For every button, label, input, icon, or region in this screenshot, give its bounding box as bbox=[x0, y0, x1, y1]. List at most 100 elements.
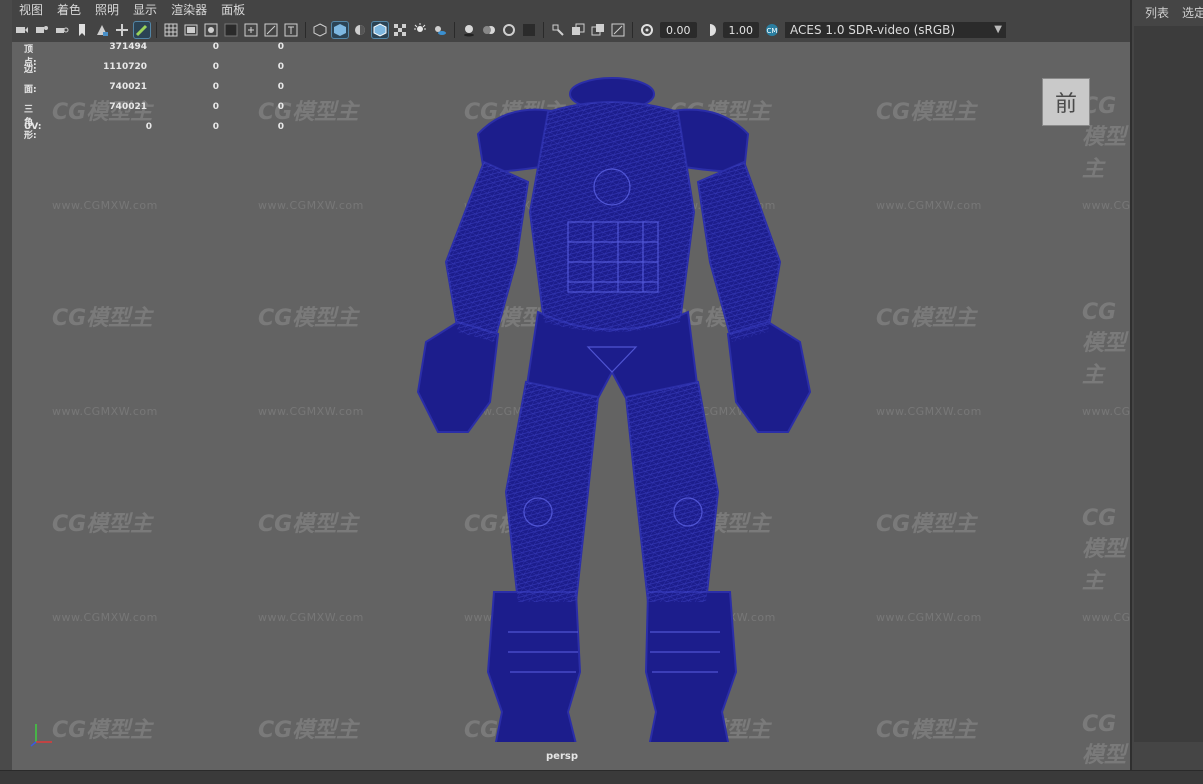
motion-blur-icon[interactable] bbox=[481, 22, 497, 38]
watermark-url: www.CGMXW.com bbox=[52, 405, 158, 418]
watermark-logo: CG模型主 bbox=[52, 718, 153, 743]
outliner-panel: 列表 选定 bbox=[1130, 0, 1203, 783]
screen-space-ao-icon[interactable] bbox=[461, 22, 477, 38]
exposure-icon[interactable] bbox=[639, 22, 655, 38]
toolbar-separator bbox=[632, 22, 633, 38]
watermark-url: www.CGMXW.com bbox=[52, 611, 158, 624]
watermark-logo: CG模型主 bbox=[1082, 506, 1127, 594]
watermark-url: www.CGMXW.com bbox=[876, 405, 982, 418]
watermark-url: www.CGMXW.com bbox=[1082, 199, 1130, 212]
menu-panels[interactable]: 面板 bbox=[221, 1, 245, 18]
camera-attributes-icon[interactable] bbox=[34, 22, 50, 38]
textured-icon[interactable] bbox=[392, 22, 408, 38]
isolate-select-icon[interactable] bbox=[550, 22, 566, 38]
panel-toolbar: 0.00 1.00 CM ACES 1.0 SDR-video (sRGB) ▼ bbox=[12, 18, 1130, 43]
toolbar-separator bbox=[156, 22, 157, 38]
watermark-logo: CG模型主 bbox=[876, 718, 977, 743]
hud-value: 0 bbox=[212, 42, 219, 52]
watermark-logo: CG模型主 bbox=[258, 512, 359, 537]
hud-value: 740021 bbox=[109, 102, 147, 112]
hud-value: 0 bbox=[212, 122, 219, 132]
hud-value: 1110720 bbox=[103, 62, 147, 72]
tab-list[interactable]: 列表 bbox=[1145, 4, 1169, 21]
hud-value: 0 bbox=[212, 62, 219, 72]
watermark-url: www.CGMXW.com bbox=[258, 405, 364, 418]
svg-text:CM: CM bbox=[767, 27, 778, 35]
watermark-logo: CG模型主 bbox=[876, 306, 977, 331]
hud-label: 边: bbox=[24, 65, 37, 75]
exposure-field[interactable]: 0.00 bbox=[660, 22, 697, 38]
toolbar-separator bbox=[305, 22, 306, 38]
watermark-url: www.CGMXW.com bbox=[52, 199, 158, 212]
hud-value: 0 bbox=[277, 102, 284, 112]
hud-label: 面: bbox=[24, 85, 37, 95]
gate-mask-icon[interactable] bbox=[223, 22, 239, 38]
color-management-icon[interactable]: CM bbox=[764, 22, 780, 38]
grease-pencil-icon[interactable] bbox=[133, 21, 151, 39]
default-material-icon[interactable] bbox=[352, 22, 368, 38]
watermark-url: www.CGMXW.com bbox=[1082, 405, 1130, 418]
hud-value: 0 bbox=[277, 62, 284, 72]
camera-lock-icon[interactable] bbox=[54, 22, 70, 38]
anti-aliasing-icon[interactable] bbox=[501, 22, 517, 38]
wireframe-icon[interactable] bbox=[312, 22, 328, 38]
depth-of-field-icon[interactable] bbox=[521, 22, 537, 38]
view-cube[interactable]: 前 bbox=[1042, 78, 1090, 126]
safe-title-icon[interactable] bbox=[283, 22, 299, 38]
time-slider-strip[interactable] bbox=[0, 770, 1203, 784]
resolution-gate-icon[interactable] bbox=[203, 22, 219, 38]
field-chart-icon[interactable] bbox=[243, 22, 259, 38]
hud-value: 740021 bbox=[109, 82, 147, 92]
2d-pan-zoom-icon[interactable] bbox=[114, 22, 130, 38]
toolbar-separator bbox=[454, 22, 455, 38]
shadows-icon[interactable] bbox=[432, 22, 448, 38]
toolbar-separator bbox=[543, 22, 544, 38]
armor-suit-wireframe-model[interactable] bbox=[398, 72, 818, 742]
camera-name-label: persp bbox=[546, 751, 578, 762]
color-space-dropdown[interactable]: ACES 1.0 SDR-video (sRGB) ▼ bbox=[785, 22, 1006, 38]
xray-active-icon[interactable] bbox=[590, 22, 606, 38]
watermark-logo: CG模型主 bbox=[876, 512, 977, 537]
select-camera-icon[interactable] bbox=[14, 22, 30, 38]
hud-value: 0 bbox=[277, 42, 284, 52]
watermark-logo: CG模型主 bbox=[1082, 712, 1127, 768]
watermark-logo: CG模型主 bbox=[52, 306, 153, 331]
watermark-url: www.CGMXW.com bbox=[876, 199, 982, 212]
grid-icon[interactable] bbox=[163, 22, 179, 38]
film-gate-icon[interactable] bbox=[183, 22, 199, 38]
xray-icon[interactable] bbox=[570, 22, 586, 38]
hud-value: 0 bbox=[145, 122, 152, 132]
xray-joints-icon[interactable] bbox=[610, 22, 626, 38]
smooth-shade-icon[interactable] bbox=[331, 21, 349, 39]
watermark-url: www.CGMXW.com bbox=[258, 199, 364, 212]
color-space-value: ACES 1.0 SDR-video (sRGB) bbox=[790, 23, 956, 37]
safe-action-icon[interactable] bbox=[263, 22, 279, 38]
chevron-down-icon: ▼ bbox=[994, 24, 1002, 35]
panel-menu-bar: 视图 着色 照明 显示 渲染器 面板 bbox=[12, 0, 1130, 18]
hud-value: 0 bbox=[212, 82, 219, 92]
watermark-logo: CG模型主 bbox=[258, 306, 359, 331]
image-plane-icon[interactable] bbox=[94, 22, 110, 38]
menu-show[interactable]: 显示 bbox=[133, 1, 157, 18]
tab-selected[interactable]: 选定 bbox=[1182, 4, 1203, 21]
view-cube-label: 前 bbox=[1054, 92, 1077, 117]
outliner-content[interactable] bbox=[1134, 26, 1203, 742]
menu-shading[interactable]: 着色 bbox=[57, 1, 81, 18]
3d-viewport[interactable]: CG模型主 CG模型主 CG模型主 CG模型主 www.CGMXW.com www.CGM… bbox=[12, 42, 1130, 770]
watermark-url: www.CGMXW.com bbox=[1082, 611, 1130, 624]
bookmark-icon[interactable] bbox=[74, 22, 90, 38]
hud-value: 0 bbox=[212, 102, 219, 112]
hud-label: UV: bbox=[24, 122, 42, 132]
watermark-logo: CG模型主 bbox=[1082, 300, 1127, 388]
menu-renderer[interactable]: 渲染器 bbox=[171, 1, 207, 18]
hud-value: 371494 bbox=[109, 42, 147, 52]
watermark-url: www.CGMXW.com bbox=[258, 611, 364, 624]
use-all-lights-icon[interactable] bbox=[412, 22, 428, 38]
menu-view[interactable]: 视图 bbox=[19, 1, 43, 18]
gamma-field[interactable]: 1.00 bbox=[722, 22, 759, 38]
wireframe-on-shaded-icon[interactable] bbox=[371, 21, 389, 39]
hud-value: 0 bbox=[277, 82, 284, 92]
menu-lighting[interactable]: 照明 bbox=[95, 1, 119, 18]
gamma-icon[interactable] bbox=[702, 22, 718, 38]
axis-gizmo bbox=[30, 724, 52, 747]
